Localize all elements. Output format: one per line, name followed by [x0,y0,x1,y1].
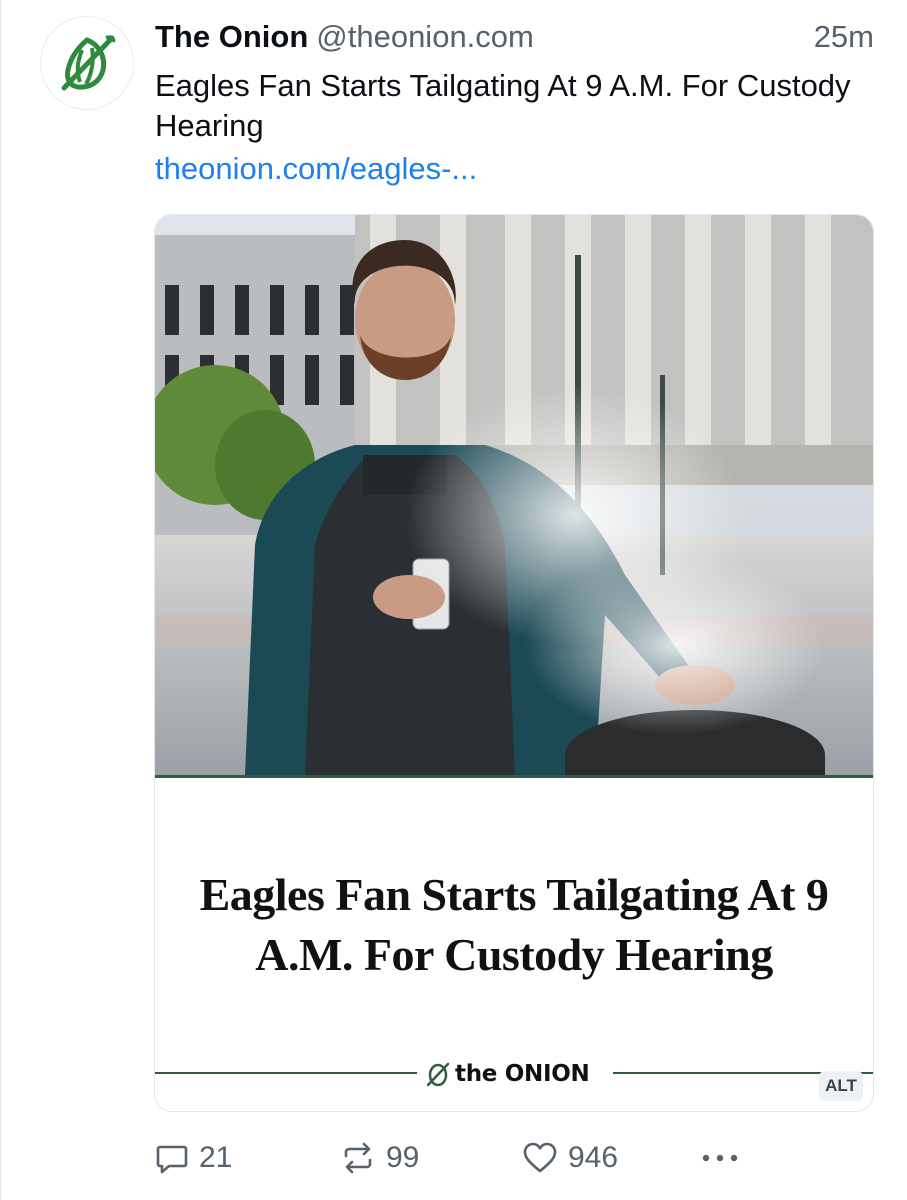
photo-divider [155,775,873,778]
post-link[interactable]: theonion.com/eagles-... [155,150,477,188]
author-line: The Onion @theonion.com [155,18,534,56]
reply-icon [156,1145,188,1174]
thread-divider [0,0,1,1200]
reply-count: 21 [199,1141,233,1174]
post-actions: 21 99 946 [0,1136,907,1180]
repost-count: 99 [386,1141,420,1174]
post-text: Eagles Fan Starts Tailgating At 9 A.M. F… [155,68,851,143]
like-icon [523,1142,557,1173]
brand-rule-left [155,1072,417,1074]
card-headline: Eagles Fan Starts Tailgating At 9 A.M. F… [199,869,829,980]
author-name[interactable]: The Onion [155,19,308,54]
like-button[interactable]: 946 [522,1136,618,1180]
repost-button[interactable]: 99 [340,1136,419,1180]
onion-logo-icon [61,35,116,91]
like-count: 946 [568,1141,619,1174]
article-photo[interactable] [155,215,873,777]
brand-text: the ONION [455,1061,590,1087]
link-card[interactable]: Eagles Fan Starts Tailgating At 9 A.M. F… [154,214,874,1112]
onion-brand-mark: the ONION [425,1059,590,1089]
alt-badge[interactable]: ALT [819,1071,863,1101]
repost-icon [344,1142,372,1174]
reply-button[interactable]: 21 [155,1136,232,1180]
author-handle[interactable]: @theonion.com [316,19,534,54]
post-time[interactable]: 25m [814,18,874,56]
avatar[interactable] [40,16,134,110]
onion-brand-icon [426,1062,450,1087]
more-options-button[interactable] [700,1136,750,1180]
more-icon [702,1154,738,1162]
